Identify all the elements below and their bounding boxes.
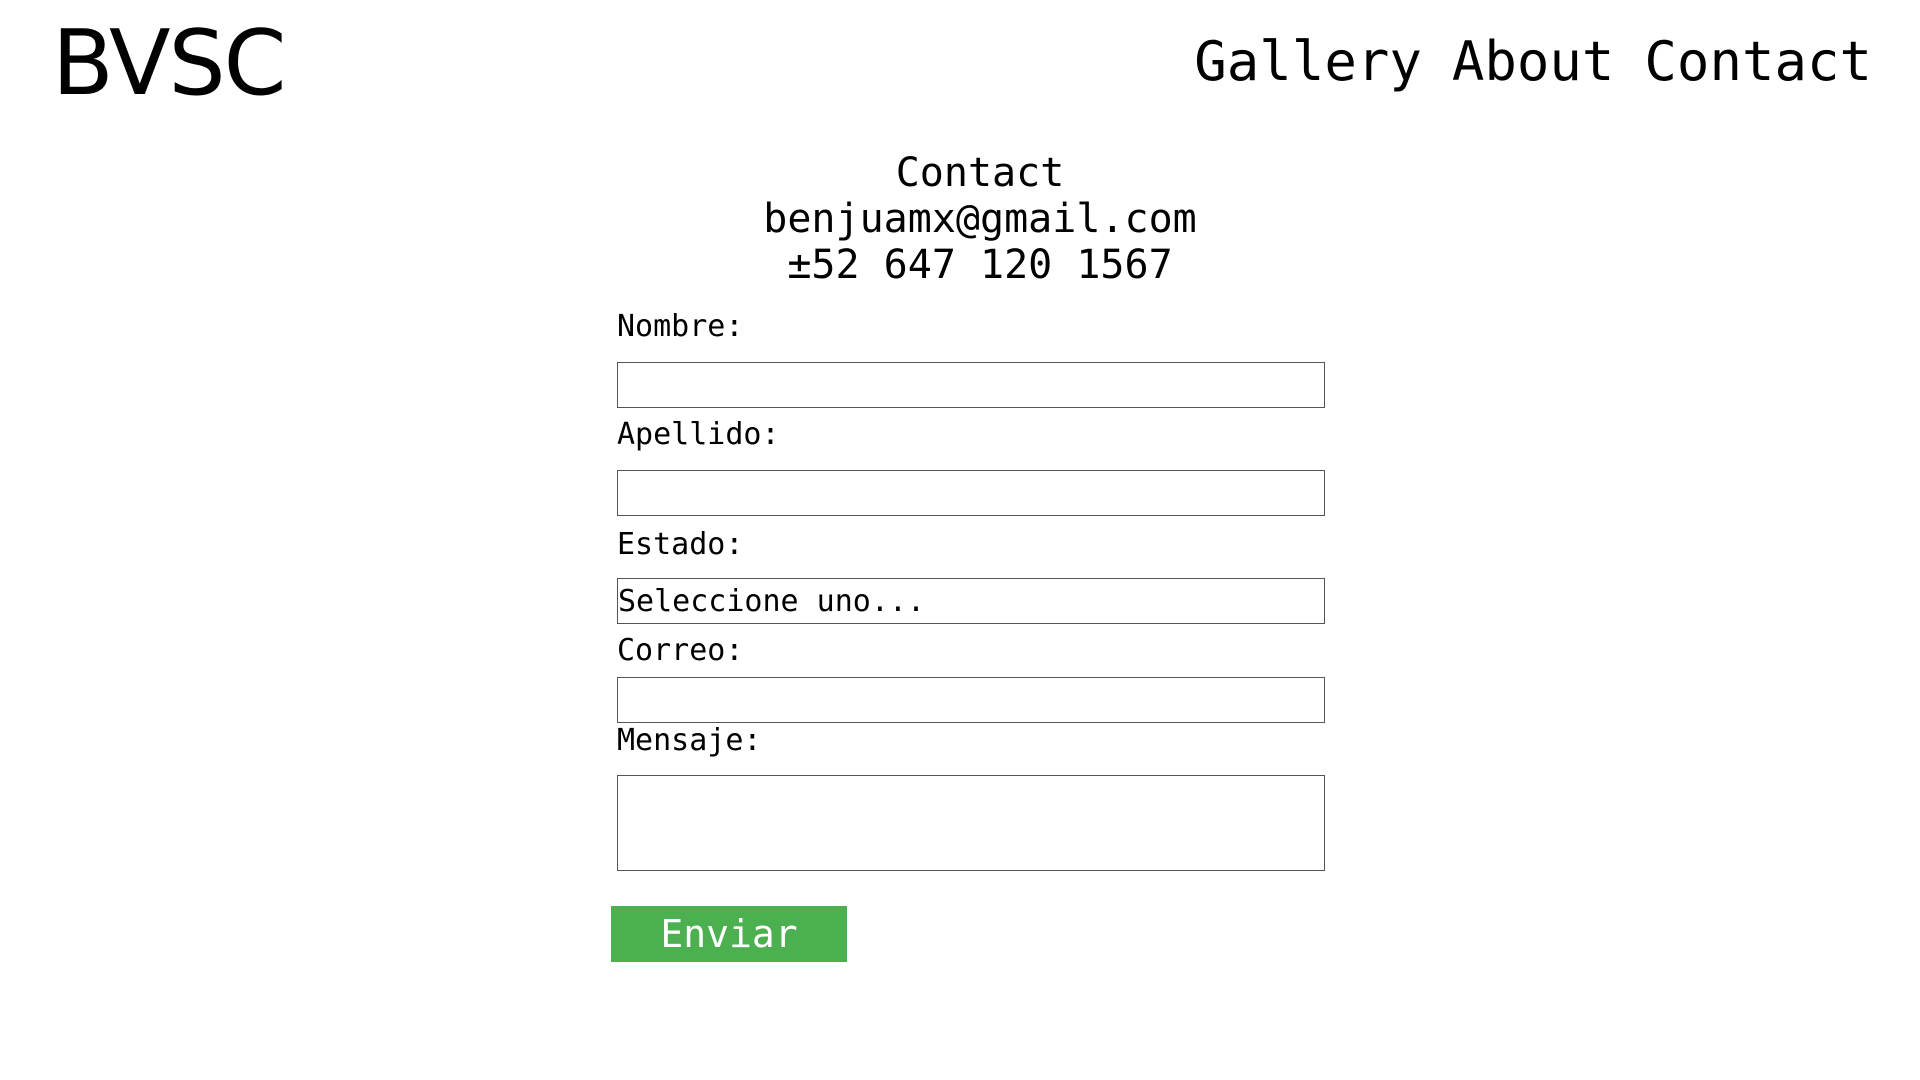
correo-label: Correo: — [617, 633, 744, 668]
site-logo[interactable]: BVSC — [52, 14, 287, 114]
mensaje-textarea[interactable] — [617, 775, 1325, 871]
contact-title: Contact — [895, 150, 1065, 196]
nombre-label: Nombre: — [617, 309, 744, 344]
apellido-label: Apellido: — [617, 417, 780, 452]
nav-about-link[interactable]: About — [1452, 30, 1615, 94]
nav-contact-link[interactable]: Contact — [1644, 30, 1872, 94]
contact-email: benjuamx@gmail.com — [763, 196, 1197, 242]
estado-label: Estado: — [617, 527, 744, 562]
correo-input[interactable] — [617, 677, 1325, 723]
contact-info: Contact benjuamx@gmail.com ±52 647 120 1… — [0, 150, 1920, 288]
nombre-input[interactable] — [617, 362, 1325, 408]
mensaje-label: Mensaje: — [617, 723, 762, 758]
estado-selected-value: Seleccione uno... — [618, 583, 926, 619]
contact-phone: ±52 647 120 1567 — [787, 242, 1173, 288]
main-nav: Gallery About Contact — [1194, 30, 1872, 94]
enviar-button[interactable]: Enviar — [611, 906, 847, 962]
apellido-input[interactable] — [617, 470, 1325, 516]
estado-select[interactable]: Seleccione uno... — [617, 578, 1325, 624]
nav-gallery-link[interactable]: Gallery — [1194, 30, 1422, 94]
page: BVSC Gallery About Contact Contact benju… — [0, 0, 1920, 1080]
